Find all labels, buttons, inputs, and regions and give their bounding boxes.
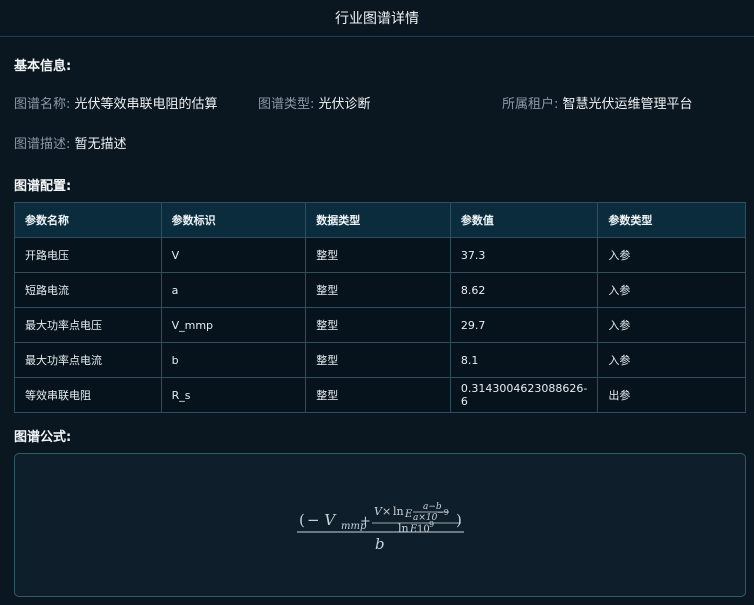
- formula-box: ( − V mmp + V× ln E a−b a×10 −9 ln E 10 …: [14, 453, 746, 597]
- graph-desc-value: 暂无描述: [74, 137, 127, 152]
- graph-name-field: 图谱名称: 光伏等效串联电阻的估算: [14, 93, 218, 112]
- page-header: 行业图谱详情: [0, 0, 754, 37]
- tenant-field: 所属租户: 智慧光伏运维管理平台: [502, 93, 693, 112]
- params-table: 参数名称 参数标识 数据类型 参数值 参数类型 开路电压 V 整型 37.3 入…: [14, 202, 746, 413]
- col-header-paramtype: 参数类型: [597, 202, 746, 238]
- formula-ln1: ln: [393, 505, 404, 518]
- table-row: 开路电压 V 整型 37.3 入参: [14, 237, 746, 273]
- cell-name: 等效串联电阻: [14, 377, 162, 413]
- graph-name-label: 图谱名称:: [14, 97, 71, 112]
- graph-desc-label: 图谱描述:: [14, 137, 71, 152]
- cell-datatype: 整型: [305, 307, 451, 343]
- cell-datatype: 整型: [305, 237, 451, 273]
- page: 行业图谱详情 基本信息: 图谱名称: 光伏等效串联电阻的估算 图谱类型: 光伏诊…: [0, 0, 754, 605]
- cell-name: 最大功率点电流: [14, 342, 162, 378]
- formula-exp1: −9: [437, 508, 449, 517]
- cell-paramtype: 入参: [597, 237, 746, 273]
- table-row: 最大功率点电流 b 整型 8.1 入参: [14, 342, 746, 378]
- cell-id: a: [160, 272, 307, 308]
- formula-ten: 10: [417, 524, 430, 535]
- col-header-name: 参数名称: [14, 202, 162, 238]
- cell-datatype: 整型: [305, 272, 451, 308]
- graph-type-value: 光伏诊断: [318, 97, 371, 112]
- cell-value: 37.3: [449, 237, 599, 273]
- cell-datatype: 整型: [305, 342, 451, 378]
- cell-id: R_s: [160, 377, 307, 413]
- formula-num-v: V×: [374, 505, 391, 518]
- formula-e1: E: [404, 509, 413, 520]
- cell-id: V_mmp: [160, 307, 307, 343]
- formula-plus: +: [360, 514, 371, 529]
- cell-paramtype: 出参: [597, 377, 746, 413]
- graph-type-label: 图谱类型:: [258, 97, 315, 112]
- tenant-value: 智慧光伏运维管理平台: [562, 97, 693, 112]
- cell-name: 短路电流: [14, 272, 162, 308]
- cell-datatype: 整型: [305, 377, 451, 413]
- table-row: 最大功率点电压 V_mmp 整型 29.7 入参: [14, 307, 746, 343]
- graph-type-field: 图谱类型: 光伏诊断: [258, 93, 371, 112]
- graph-desc-field: 图谱描述: 暂无描述: [14, 133, 127, 152]
- cell-value: 8.1: [449, 342, 599, 378]
- table-header-row: 参数名称 参数标识 数据类型 参数值 参数类型: [14, 202, 746, 238]
- tenant-label: 所属租户:: [502, 97, 559, 112]
- formula-open-paren: (: [299, 511, 305, 529]
- cell-value: 8.62: [449, 272, 599, 308]
- formula-minus-v: − V: [307, 511, 337, 529]
- formula-graphic: ( − V mmp + V× ln E a−b a×10 −9 ln E 10 …: [297, 502, 464, 553]
- col-header-id: 参数标识: [160, 202, 307, 238]
- formula-title: 图谱公式:: [14, 430, 72, 445]
- table-row: 等效串联电阻 R_s 整型 0.3143004623088626­6 出参: [14, 377, 746, 413]
- graph-name-value: 光伏等效串联电阻的估算: [74, 97, 218, 112]
- formula-close-paren: ): [456, 511, 462, 529]
- table-row: 短路电流 a 整型 8.62 入参: [14, 272, 746, 308]
- page-title: 行业图谱详情: [335, 11, 419, 27]
- formula-denominator-b: b: [375, 535, 385, 553]
- cell-value: 29.7: [449, 307, 599, 343]
- config-title: 图谱配置:: [14, 179, 72, 194]
- formula-exp2: 9: [429, 520, 434, 529]
- col-header-datatype: 数据类型: [305, 202, 451, 238]
- cell-name: 最大功率点电压: [14, 307, 162, 343]
- cell-paramtype: 入参: [597, 342, 746, 378]
- cell-name: 开路电压: [14, 237, 162, 273]
- formula-ln2: ln: [398, 522, 409, 535]
- cell-id: V: [160, 237, 307, 273]
- cell-paramtype: 入参: [597, 272, 746, 308]
- cell-paramtype: 入参: [597, 307, 746, 343]
- col-header-value: 参数值: [449, 202, 599, 238]
- cell-value: 0.3143004623088626­6: [449, 377, 599, 413]
- basic-info-title: 基本信息:: [14, 59, 72, 74]
- cell-id: b: [160, 342, 307, 378]
